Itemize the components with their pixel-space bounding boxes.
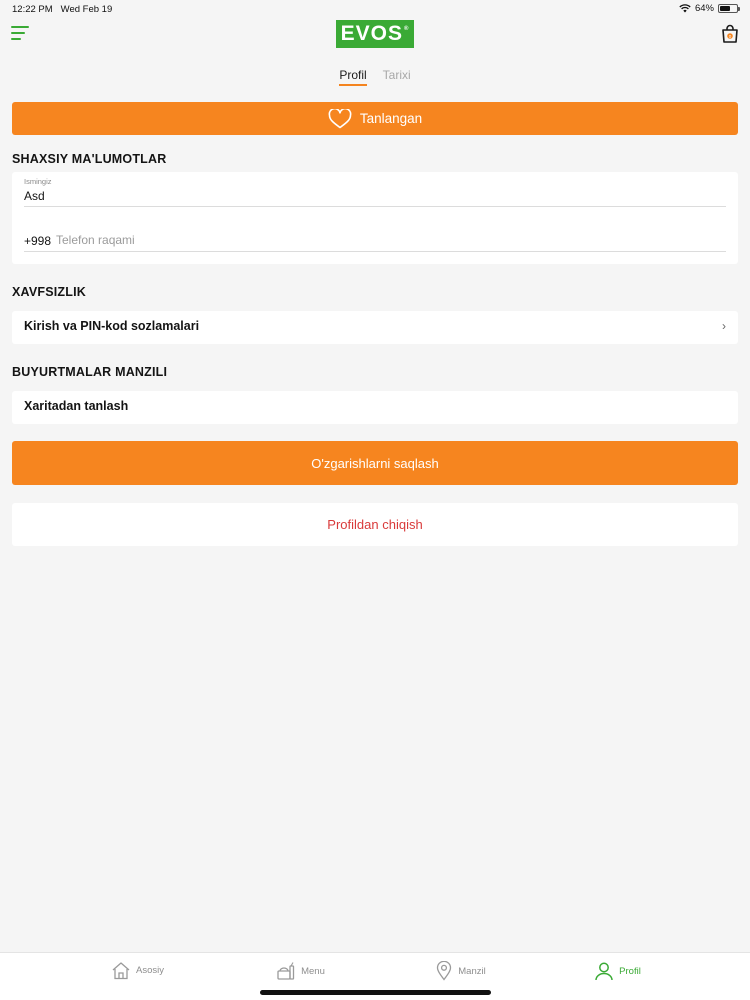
nav-profil-label: Profil [619,965,641,977]
favorites-button[interactable]: Tanlangan [12,102,738,135]
nav-profil[interactable]: Profil [524,961,711,981]
evos-logo: EVOS ® [336,20,414,48]
logout-label: Profildan chiqish [327,517,423,532]
address-section-title: BUYURTMALAR MANZILI [12,365,168,379]
logout-button[interactable]: Profildan chiqish [12,503,738,546]
hamburger-menu-icon[interactable] [11,26,29,40]
battery-icon [718,4,740,13]
favorites-label: Tanlangan [359,111,423,126]
name-field[interactable]: Asd [24,189,45,203]
choose-on-map-label: Xaritadan tanlash [24,399,129,413]
home-indicator [260,990,491,995]
app-header: EVOS ® 0 [0,18,750,50]
nav-menu[interactable]: Menu [207,961,394,981]
status-bar: 12:22 PM Wed Feb 19 64% [0,0,750,18]
tab-profil[interactable]: Profil [339,68,367,86]
registered-mark: ® [403,26,410,32]
wifi-icon [679,4,691,13]
chevron-right-icon: › [722,319,726,333]
save-changes-button[interactable]: O'zgarishlarni saqlash [12,441,738,485]
map-pin-icon [437,961,452,981]
nav-asosiy-label: Asosiy [136,965,164,976]
phone-field-underline [24,251,726,252]
nav-manzil-label: Manzil [458,965,486,977]
pin-settings-label: Kirish va PIN-kod sozlamalari [24,319,200,333]
battery-level [720,6,731,11]
status-date: Wed Feb 19 [60,4,113,15]
nav-asosiy[interactable]: Asosiy [44,961,231,980]
food-menu-icon [277,962,295,980]
name-field-label: Ismingiz [24,177,52,186]
profile-tabs: Profil Tarixi [0,68,750,86]
phone-input[interactable] [56,233,706,247]
save-changes-label: O'zgarishlarni saqlash [311,455,439,471]
pin-settings-row[interactable]: Kirish va PIN-kod sozlamalari › [12,311,738,344]
security-section-title: XAVFSIZLIK [12,285,86,299]
nav-menu-label: Menu [301,965,325,977]
personal-info-card: Ismingiz Asd +998 [12,172,738,264]
phone-prefix: +998 [24,234,52,248]
heart-icon [328,108,352,128]
home-icon [112,962,130,980]
status-time: 12:22 PM [12,4,53,15]
shopping-bag-icon[interactable]: 0 [720,24,740,44]
user-icon [595,962,613,981]
choose-on-map-row[interactable]: Xaritadan tanlash [12,391,738,424]
tab-tarixi[interactable]: Tarixi [383,68,411,86]
personal-section-title: SHAXSIY MA'LUMOTLAR [12,152,167,166]
logo-text: EVOS [340,22,403,45]
name-field-underline [24,206,726,207]
battery-percent: 64% [694,3,714,14]
